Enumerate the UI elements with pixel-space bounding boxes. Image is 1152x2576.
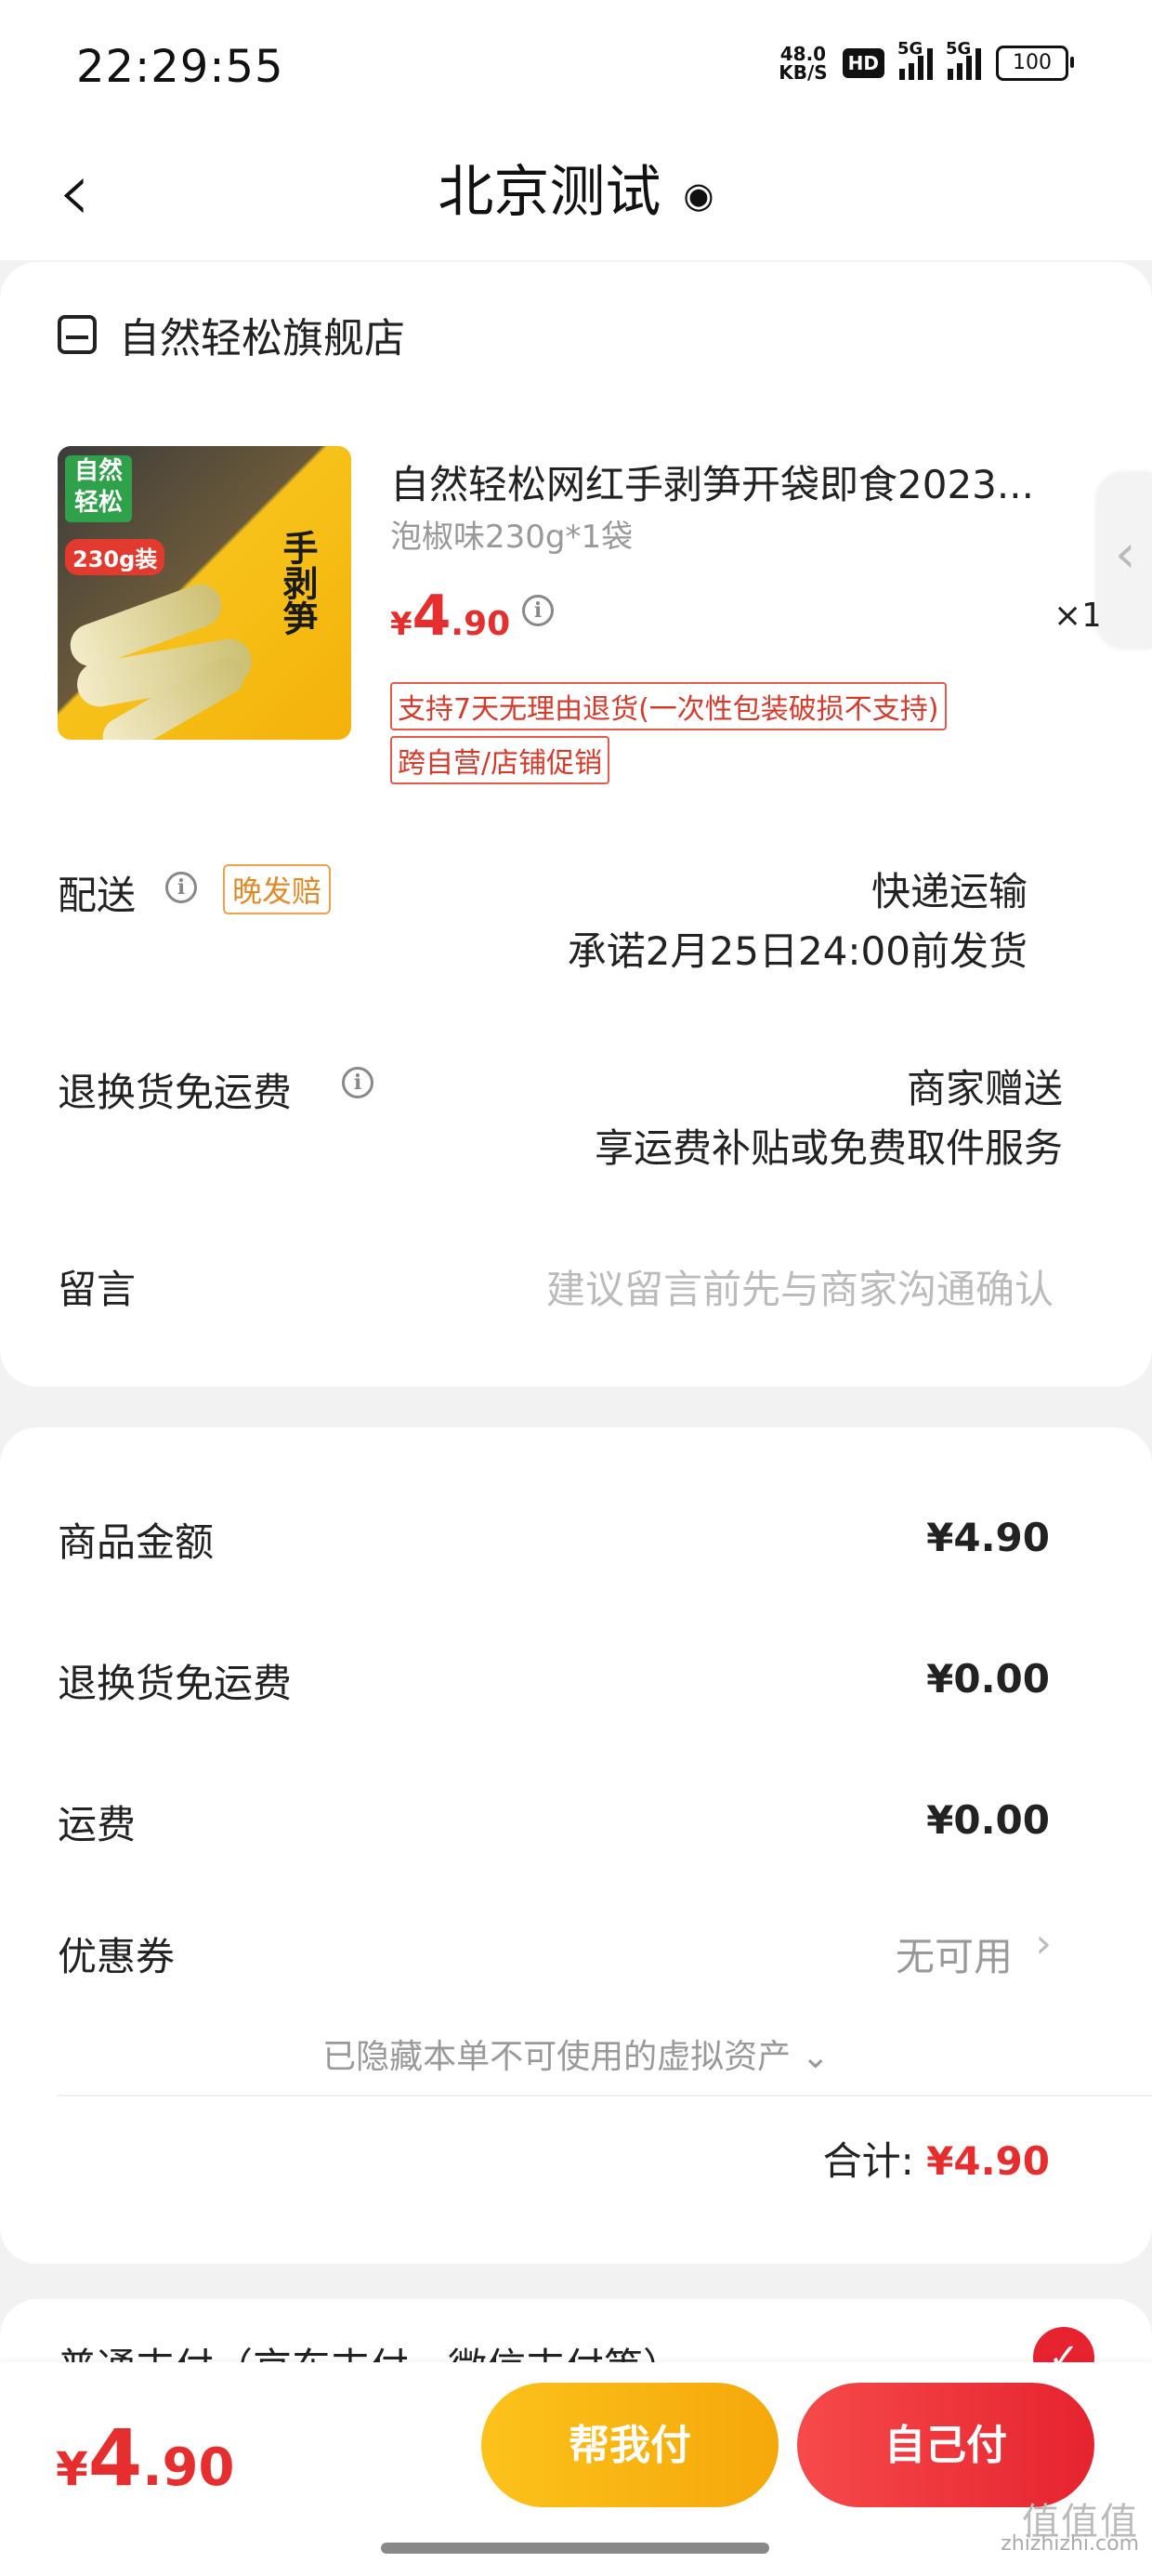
signal-icon: 5G <box>897 39 933 80</box>
shipping-fee-value: ¥0.00 <box>926 1797 1050 1843</box>
delivery-promise: 承诺2月25日24:00前发货 <box>567 928 1028 974</box>
goods-amount-value: ¥4.90 <box>926 1515 1050 1560</box>
return-policy-tag: 支持7天无理由退货(一次性包装破损不支持) <box>390 682 947 730</box>
page-title[interactable]: 北京测试 ◉ <box>0 147 1152 228</box>
battery-icon: 100 <box>996 46 1074 81</box>
chevron-left-icon: ‹ <box>1115 524 1136 585</box>
late-compensation-badge[interactable]: 晚发赔 <box>223 864 332 914</box>
product-price: ¥4.90 <box>390 584 511 649</box>
return-fee-value: ¥0.00 <box>926 1656 1050 1702</box>
brand-badge: 自然轻松 <box>65 455 132 522</box>
return-shipping-label: 退换货免运费 <box>58 1070 293 1115</box>
help-pay-button[interactable]: 帮我付 <box>481 2383 779 2507</box>
return-fee-label: 退换货免运费 <box>58 1661 293 1706</box>
store-header[interactable]: 自然轻松旗舰店 <box>58 305 405 364</box>
order-total: 合计: ¥4.90 <box>822 2138 1050 2184</box>
coupon-label: 优惠券 <box>58 1934 176 1979</box>
side-drawer-handle[interactable]: ‹ <box>1098 472 1152 649</box>
delivery-method[interactable]: 快递运输 <box>871 861 1028 917</box>
order-card: 自然轻松旗舰店 自然轻松 230g装 手剥笋 自然轻松网红手剥笋开袋即食2023… <box>0 262 1152 1387</box>
location-pin-icon: ◉ <box>683 175 714 217</box>
chevron-right-icon[interactable]: › <box>1035 1920 1052 1967</box>
chevron-down-icon: ⌄ <box>801 2038 830 2076</box>
promotion-tag: 跨自营/店铺促销 <box>390 736 610 784</box>
store-name: 自然轻松旗舰店 <box>119 315 405 362</box>
divider <box>58 2095 1152 2096</box>
product-spec: 泡椒味230g*1袋 <box>390 519 634 556</box>
self-pay-button[interactable]: 自己付 <box>797 2383 1094 2507</box>
bottom-total-price: ¥4.90 <box>56 2412 235 2504</box>
bottom-bar: ¥4.90 帮我付 自己付 值值值 zhizhizhi.com <box>0 2362 1152 2576</box>
signal-icon-2: 5G <box>946 39 981 80</box>
product-quantity: ×1 <box>1054 597 1104 635</box>
status-bar: 22:29:55 48.0 KB/S HD 5G 5G 100 <box>0 0 1152 130</box>
message-label: 留言 <box>58 1267 137 1312</box>
message-input[interactable]: 建议留言前先与商家沟通确认 <box>546 1258 1054 1315</box>
home-indicator[interactable] <box>381 2543 769 2554</box>
product-title[interactable]: 自然轻松网红手剥笋开袋即食2023... <box>390 453 1078 510</box>
shipping-fee-label: 运费 <box>58 1802 137 1847</box>
goods-amount-label: 商品金额 <box>58 1519 215 1565</box>
hd-voice-icon: HD <box>842 48 884 78</box>
price-info-icon[interactable]: i <box>522 595 554 626</box>
network-speed: 48.0 KB/S <box>779 43 828 84</box>
return-shipping-info-icon[interactable]: i <box>342 1067 373 1098</box>
fees-card: 商品金额 ¥4.90 退换货免运费 ¥0.00 运费 ¥0.00 优惠券 无可用… <box>0 1427 1152 2264</box>
store-icon <box>58 315 97 354</box>
pack-text: 手剥笋 <box>277 530 318 636</box>
nav-bar: ‹ 北京测试 ◉ <box>0 130 1152 260</box>
coupon-value[interactable]: 无可用 <box>896 1925 1013 1982</box>
product-image[interactable]: 自然轻松 230g装 手剥笋 <box>58 446 351 740</box>
delivery-info-icon[interactable]: i <box>165 872 197 903</box>
watermark: 值值值 zhizhizhi.com <box>1001 2501 1139 2556</box>
clock: 22:29:55 <box>76 41 284 93</box>
delivery-label: 配送 <box>58 873 137 918</box>
weight-badge: 230g装 <box>65 539 165 575</box>
return-shipping-detail: 享运费补贴或免费取件服务 <box>594 1125 1063 1171</box>
status-icons: 48.0 KB/S HD 5G 5G 100 <box>779 39 1074 84</box>
return-shipping-value: 商家赠送 <box>906 1066 1063 1111</box>
hidden-assets-toggle[interactable]: 已隐藏本单不可使用的虚拟资产 ⌄ <box>0 2030 1152 2078</box>
